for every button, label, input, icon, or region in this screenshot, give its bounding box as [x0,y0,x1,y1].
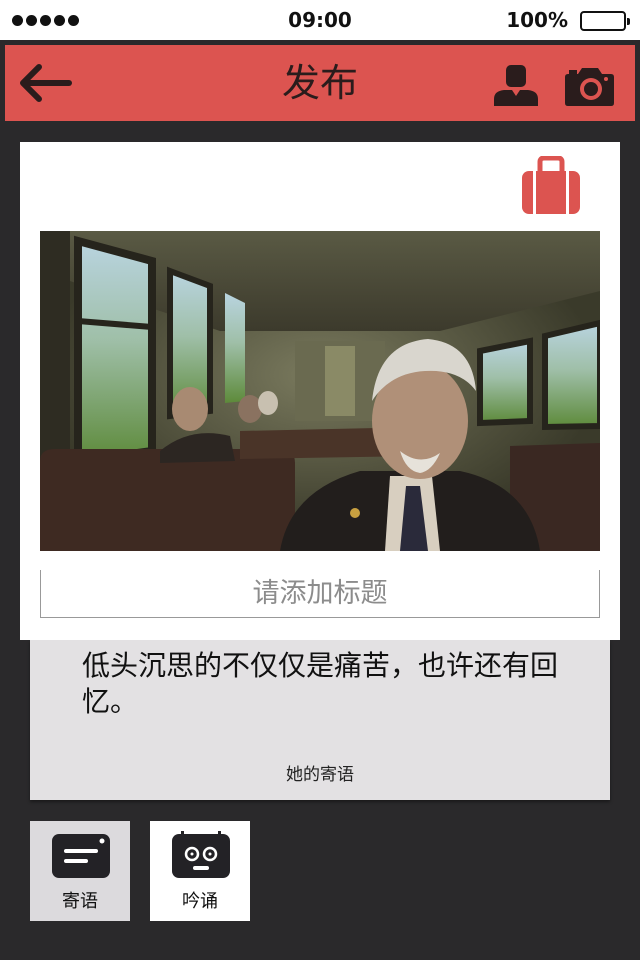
user-icon [494,65,538,106]
note-signature: 她的寄语 [286,765,354,785]
note-tool-label: 寄语 [62,891,98,912]
battery-icon [580,11,630,31]
message-icon [52,834,110,878]
recite-tool-button[interactable]: 吟诵 [150,821,250,921]
post-card [20,142,620,640]
battery-percentage: 100% [506,8,568,32]
note-panel: 低头沉思的不仅仅是痛苦，也许还有回忆。 她的寄语 [30,640,610,800]
camera-icon [565,68,614,106]
suitcase-icon [522,155,580,214]
photo-image[interactable] [40,231,600,551]
recite-face-icon [172,831,230,878]
camera-button[interactable] [561,65,617,107]
profile-button[interactable] [492,63,540,107]
train-passenger-photo [40,231,600,551]
header-bar: 发布 [5,45,635,121]
recite-tool-label: 吟诵 [182,891,218,912]
status-bar: 09:00 100% [0,0,640,40]
note-text[interactable]: 低头沉思的不仅仅是痛苦，也许还有回忆。 [82,648,582,720]
suitcase-button[interactable] [520,155,582,216]
page-title: 发布 [281,61,358,105]
title-input[interactable] [40,570,600,618]
note-tool-button[interactable]: 寄语 [30,821,130,921]
